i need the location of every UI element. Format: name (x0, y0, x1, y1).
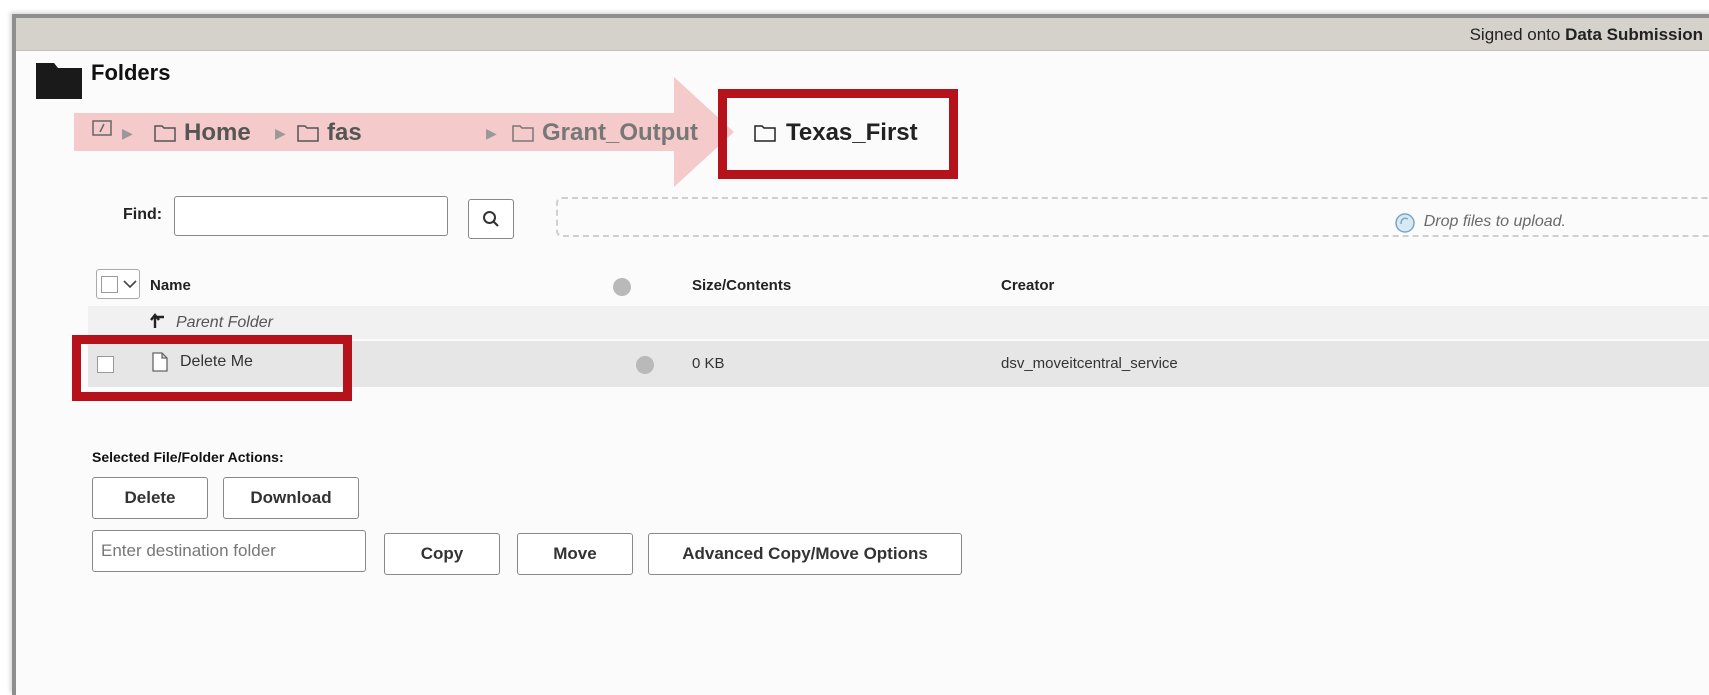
app-window: Signed onto Data Submission Folders ▶ Ho… (12, 14, 1709, 695)
file-highlight (72, 335, 352, 401)
upload-dropzone[interactable]: Drop files to upload. (556, 197, 1709, 237)
breadcrumb-grant-label: Grant_Output (542, 119, 698, 146)
search-icon (483, 211, 499, 227)
file-size: 0 KB (692, 355, 725, 372)
advanced-copy-move-button[interactable]: Advanced Copy/Move Options (648, 533, 962, 575)
main-content: Folders ▶ Home ▶ fas ▶ Grant_Output Texa… (16, 51, 1709, 695)
signed-prefix: Signed onto (1469, 25, 1561, 44)
folder-icon (512, 125, 534, 142)
root-folder-icon (92, 120, 112, 136)
column-header-size[interactable]: Size/Contents (692, 277, 791, 294)
breadcrumb-fas[interactable]: fas (297, 119, 362, 147)
actions-label: Selected File/Folder Actions: (92, 449, 284, 465)
select-all-checkbox[interactable] (101, 275, 118, 293)
top-bar: Signed onto Data Submission (16, 18, 1709, 51)
download-button[interactable]: Download (223, 477, 359, 519)
breadcrumb-separator: ▶ (486, 125, 497, 141)
signed-org: Data Submission (1565, 25, 1703, 44)
folder-icon (297, 125, 319, 142)
breadcrumb-current-label: Texas_First (786, 119, 918, 146)
file-creator: dsv_moveitcentral_service (1001, 355, 1178, 372)
folder-icon (154, 125, 176, 142)
chevron-down-icon (123, 280, 137, 289)
select-all-dropdown[interactable] (96, 269, 140, 299)
dropzone-message: Drop files to upload. (1392, 209, 1566, 235)
find-label: Find: (123, 206, 163, 223)
destination-folder-input[interactable] (92, 530, 366, 572)
breadcrumb-fas-label: fas (327, 119, 362, 146)
verified-icon (636, 356, 654, 374)
search-button[interactable] (468, 199, 514, 239)
parent-folder-label: Parent Folder (176, 314, 273, 331)
find-input[interactable] (174, 196, 448, 236)
breadcrumb-grant-output[interactable]: Grant_Output (512, 119, 698, 147)
signed-on-status: Signed onto Data Submission (1470, 25, 1703, 45)
breadcrumb-home[interactable]: Home (154, 119, 251, 147)
breadcrumb-root[interactable] (92, 119, 120, 137)
delete-button[interactable]: Delete (92, 477, 208, 519)
breadcrumb-separator: ▶ (275, 125, 286, 141)
column-header-name[interactable]: Name (150, 277, 191, 294)
breadcrumb-home-label: Home (184, 119, 251, 146)
move-button[interactable]: Move (517, 533, 633, 575)
column-header-creator[interactable]: Creator (1001, 277, 1054, 294)
verified-column-icon (613, 278, 631, 296)
folder-icon (754, 125, 776, 142)
hand-drop-icon (1394, 213, 1415, 233)
breadcrumb-current: Texas_First (754, 119, 918, 147)
copy-button[interactable]: Copy (384, 533, 500, 575)
breadcrumb-separator: ▶ (122, 125, 133, 141)
parent-folder-icon (150, 313, 164, 328)
dropzone-text: Drop files to upload. (1423, 213, 1566, 230)
